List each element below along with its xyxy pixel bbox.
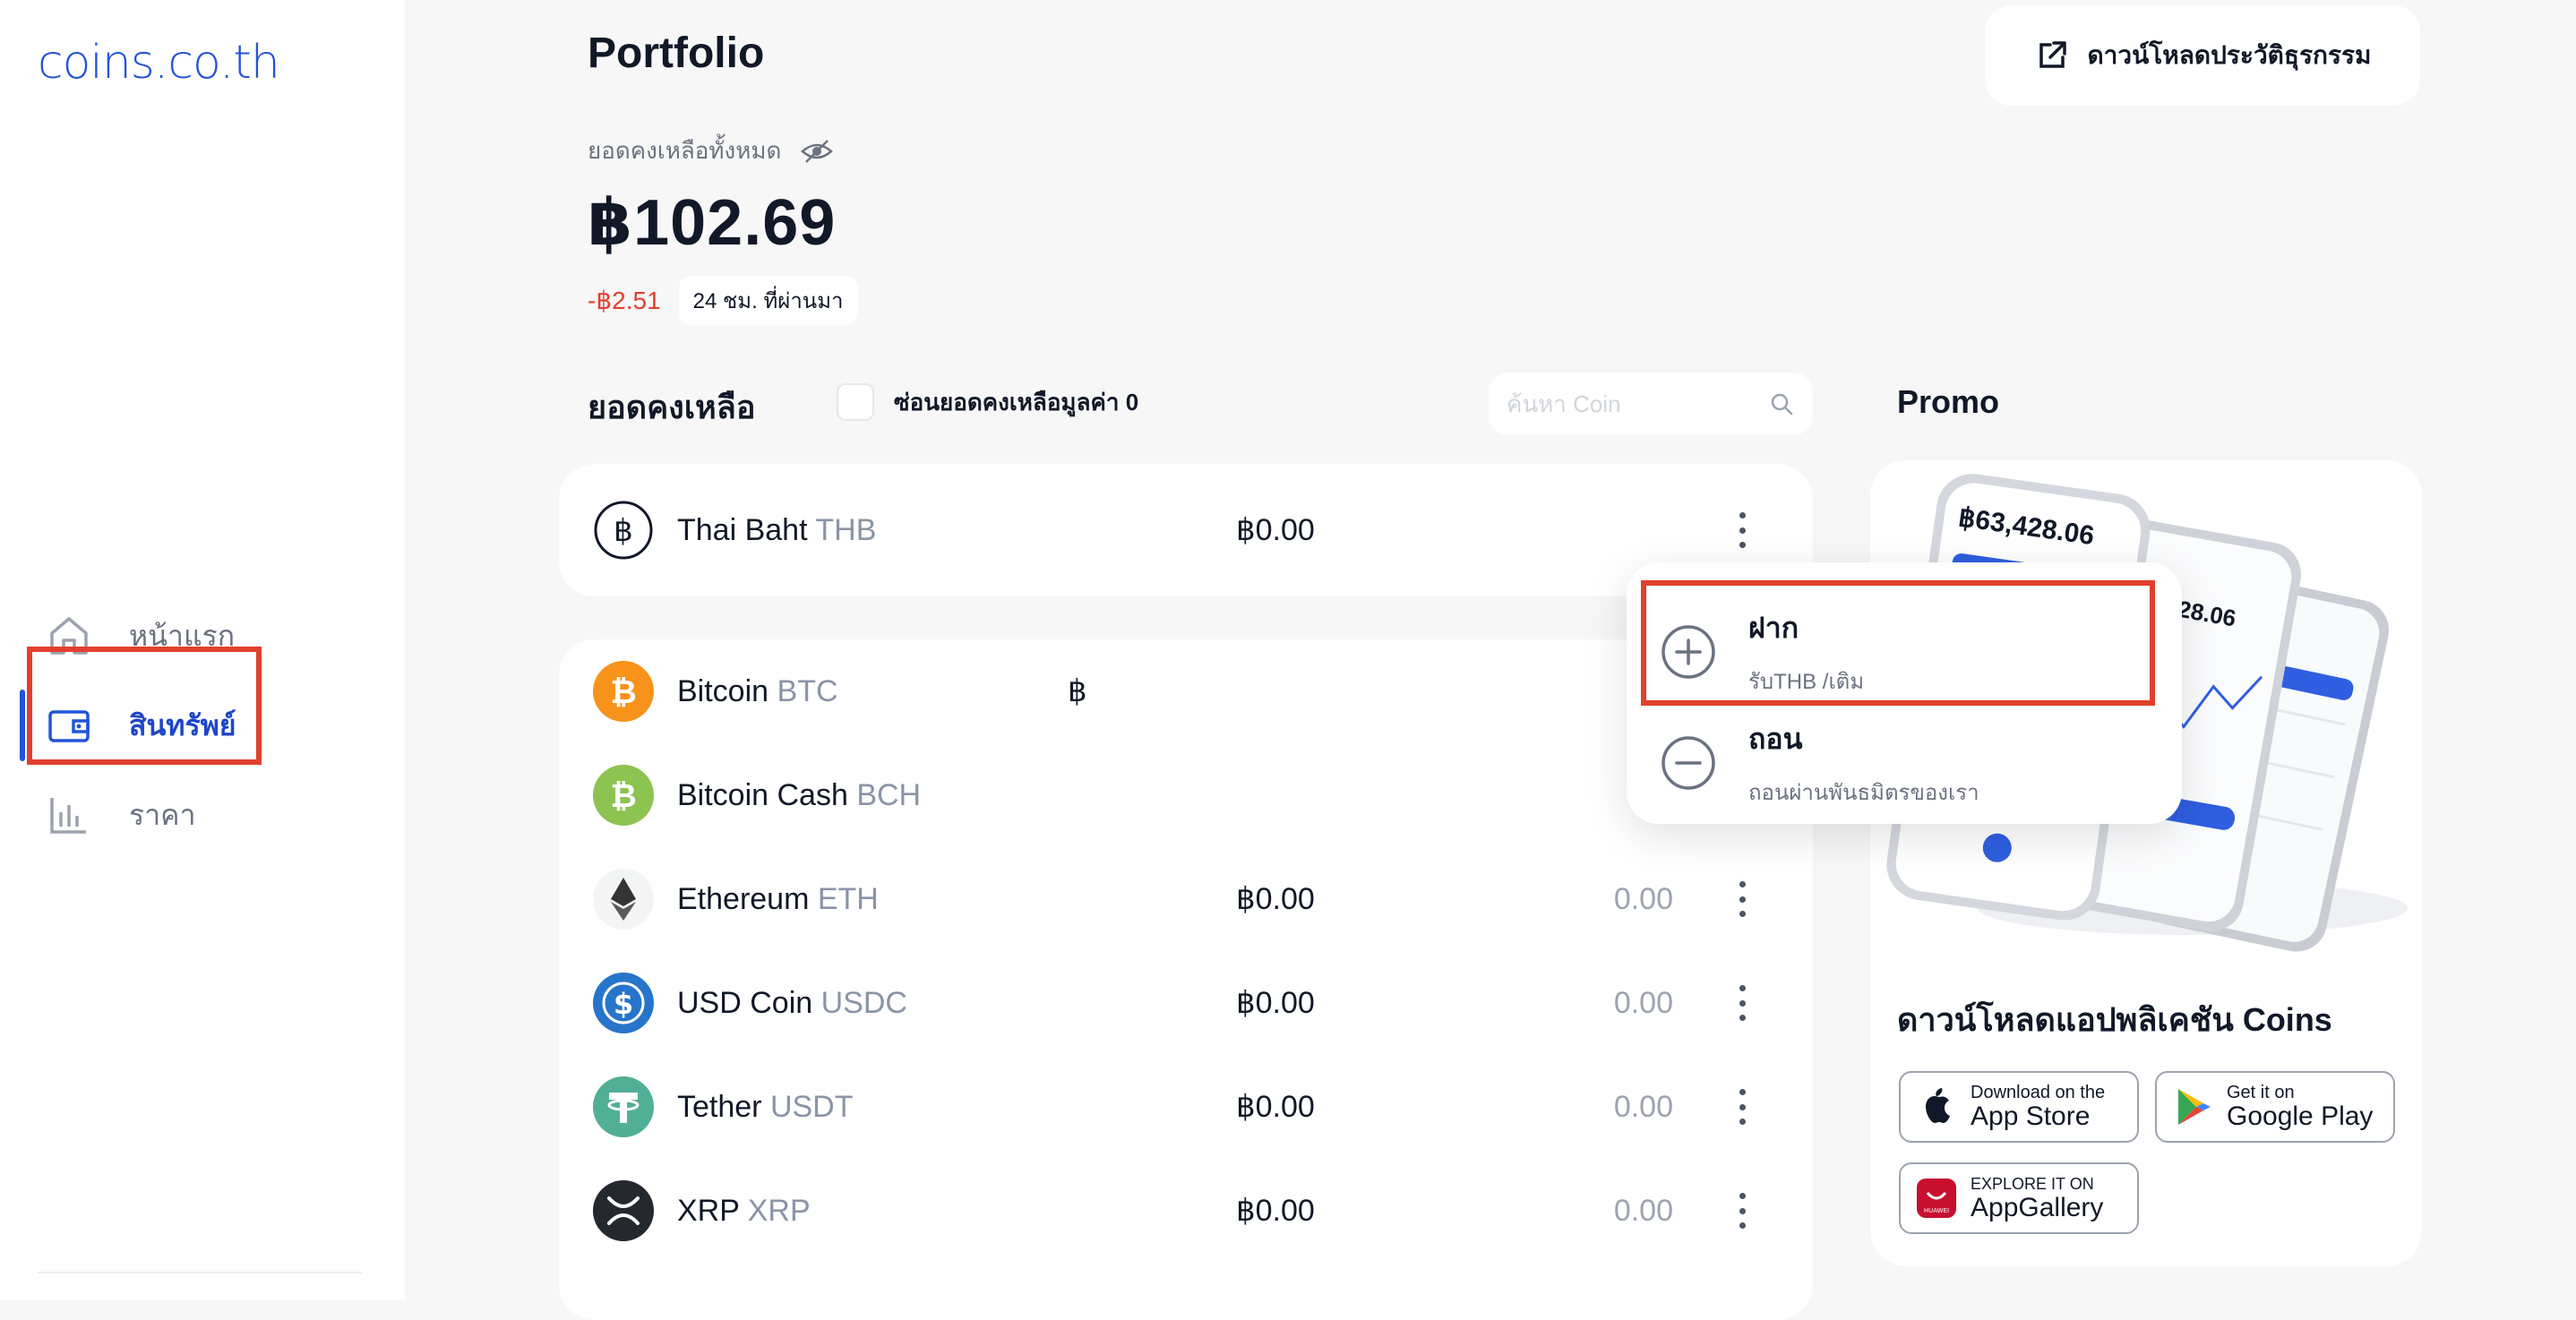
more-options-button[interactable]: [1729, 877, 1756, 921]
withdraw-menu-item[interactable]: ถอน ถอนผ่านพันธมิตรของเรา: [1661, 709, 2153, 817]
asset-row-usdt[interactable]: Tether USDT ฿0.00 0.00: [559, 1055, 1813, 1159]
asset-value: ฿0.00: [1236, 1194, 1315, 1228]
svg-text:฿: ฿: [614, 513, 633, 549]
highlight-box: [27, 647, 262, 765]
hide-zero-toggle[interactable]: ซ่อนยอดคงเหลือมูลค่า 0: [837, 383, 1138, 421]
store-big-text: AppGallery: [1971, 1193, 2104, 1222]
eye-off-icon[interactable]: [801, 139, 834, 164]
app-store-button[interactable]: Download on the App Store: [1899, 1071, 2139, 1143]
appgallery-button[interactable]: HUAWEI EXPLORE IT ON AppGallery: [1899, 1162, 2139, 1234]
search-icon: [1771, 393, 1793, 416]
divider: [38, 1272, 362, 1273]
asset-row-xrp[interactable]: XRP XRP ฿0.00 0.00: [559, 1159, 1813, 1263]
asset-value: ฿0.00: [1236, 882, 1315, 916]
asset-name: Thai Baht THB: [677, 512, 877, 547]
download-app-text: ดาวน์โหลดแอปพลิเคชัน Coins: [1897, 1001, 2332, 1038]
huawei-icon: HUAWEI: [1917, 1179, 1956, 1218]
change-period-badge: 24 ชม. ที่ผ่านมา: [678, 276, 858, 325]
total-balance-amount: ฿102.69: [588, 187, 837, 259]
thai-baht-icon: ฿: [593, 500, 654, 561]
asset-quantity: 0.00: [1613, 881, 1673, 916]
usdc-icon: $: [593, 973, 654, 1033]
asset-row-thb[interactable]: ฿ Thai Baht THB ฿0.00: [559, 478, 1813, 582]
promo-title: Promo: [1897, 383, 2000, 420]
store-big-text: Google Play: [2227, 1101, 2374, 1131]
asset-row-usdc[interactable]: $ USD Coin USDC ฿0.00 0.00: [559, 951, 1813, 1055]
sidebar-item-prices[interactable]: ราคา: [0, 770, 405, 860]
asset-row-eth[interactable]: Ethereum ETH ฿0.00 0.00: [559, 847, 1813, 951]
tether-icon: [593, 1076, 654, 1137]
main-content: Portfolio ดาวน์โหลดประวัติธุรกรรม ยอดคงเ…: [405, 0, 2576, 1320]
svg-text:HUAWEI: HUAWEI: [1924, 1207, 1949, 1214]
svg-text:₿: ₿: [610, 674, 636, 711]
coin-search-input[interactable]: [1505, 389, 1768, 419]
more-options-button[interactable]: [1729, 508, 1756, 553]
store-small-text: Get it on: [2227, 1083, 2295, 1102]
asset-value: ฿: [1068, 674, 1087, 708]
more-options-button[interactable]: [1729, 981, 1756, 1025]
svg-text:$: $: [614, 987, 633, 1021]
download-history-button[interactable]: ดาวน์โหลดประวัติธุรกรรม: [1985, 5, 2420, 106]
xrp-icon: [593, 1180, 654, 1241]
bitcoin-cash-icon: ₿: [593, 765, 654, 826]
apple-icon: [1926, 1088, 1950, 1123]
holdings-title: ยอดคงเหลือ: [588, 389, 756, 425]
google-play-button[interactable]: Get it on Google Play: [2155, 1071, 2395, 1143]
asset-name: Ethereum ETH: [677, 881, 879, 916]
coins-card: ₿ Bitcoin BTC ฿ ₿ Bitcoin Cash BCH Ether…: [559, 639, 1813, 1320]
asset-row-bch[interactable]: ₿ Bitcoin Cash BCH: [559, 743, 1813, 847]
asset-name: Tether USDT: [677, 1089, 854, 1124]
highlight-box: [1641, 580, 2155, 706]
asset-quantity: 0.00: [1613, 985, 1673, 1020]
asset-quantity: 0.00: [1613, 1193, 1673, 1228]
asset-name: Bitcoin BTC: [677, 673, 838, 708]
withdraw-title: ถอน: [1748, 723, 1803, 755]
svg-text:₿: ₿: [610, 778, 636, 815]
more-options-button[interactable]: [1729, 1188, 1756, 1233]
minus-circle-icon: [1662, 736, 1715, 790]
page-title: Portfolio: [588, 30, 765, 77]
thb-card: ฿ Thai Baht THB ฿0.00: [559, 464, 1813, 596]
store-big-text: App Store: [1971, 1101, 2091, 1131]
hide-zero-label: ซ่อนยอดคงเหลือมูลค่า 0: [894, 388, 1139, 416]
logo[interactable]: coins.co.th: [38, 36, 280, 90]
sidebar: coins.co.th หน้าแรก สินทรัพย์ ราคา: [0, 0, 405, 1300]
withdraw-subtitle: ถอนผ่านพันธมิตรของเรา: [1748, 781, 1979, 805]
coin-search[interactable]: [1489, 373, 1813, 435]
asset-name: Bitcoin Cash BCH: [677, 777, 922, 812]
ethereum-icon: [593, 869, 654, 930]
asset-value: ฿0.00: [1236, 1090, 1315, 1124]
bar-chart-icon: [50, 798, 86, 834]
external-link-icon: [2039, 41, 2066, 68]
store-small-text: EXPLORE IT ON: [1971, 1175, 2094, 1193]
store-small-text: Download on the: [1971, 1083, 2106, 1102]
balance-change-row: -฿2.51 24 ชม. ที่ผ่านมา: [588, 276, 858, 325]
total-balance-label-row: ยอดคงเหลือทั้งหมด: [588, 133, 834, 169]
asset-value: ฿0.00: [1236, 513, 1315, 547]
asset-name: XRP XRP: [677, 1193, 811, 1228]
asset-value: ฿0.00: [1236, 986, 1315, 1020]
balance-change-value: -฿2.51: [588, 287, 661, 314]
google-play-icon: [2178, 1089, 2211, 1125]
total-balance-label: ยอดคงเหลือทั้งหมด: [588, 137, 782, 164]
bitcoin-icon: ₿: [593, 661, 654, 722]
more-options-button[interactable]: [1729, 1084, 1756, 1129]
asset-name: USD Coin USDC: [677, 985, 907, 1020]
asset-row-btc[interactable]: ₿ Bitcoin BTC ฿: [559, 639, 1813, 743]
sidebar-item-label: ราคา: [129, 798, 196, 831]
hide-zero-checkbox[interactable]: [837, 383, 874, 421]
download-history-label: ดาวน์โหลดประวัติธุรกรรม: [2087, 41, 2372, 69]
asset-quantity: 0.00: [1613, 1089, 1673, 1124]
